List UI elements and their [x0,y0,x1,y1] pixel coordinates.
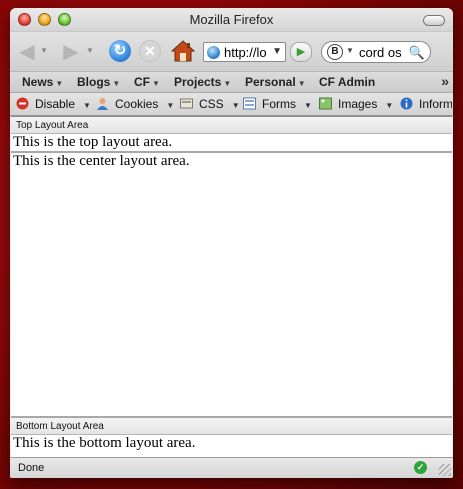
bookmark-label: CF Admin [319,75,376,89]
url-field[interactable]: http://localhost/ ▼ [203,42,286,62]
devbar-label: Images [338,97,378,111]
window-title: Mozilla Firefox [189,12,274,27]
checkmark-icon[interactable]: ✓ [414,461,427,474]
more-bookmarks-chevron-icon[interactable]: » [441,73,449,89]
devbar-forms[interactable]: Forms ▼ [243,97,312,111]
devbar-label: Information [419,97,452,111]
chevron-down-icon: ▼ [152,79,160,88]
chevron-down-icon: ▼ [166,101,175,110]
devbar-cookies[interactable]: Cookies ▼ [96,97,174,111]
chevron-down-icon: ▼ [223,79,232,88]
toolbar-toggle-button[interactable] [423,15,445,26]
bookmark-folder-cf[interactable]: CF ▼ [134,75,160,89]
page-content: Top Layout Area This is the top layout a… [11,116,452,457]
search-engine-dropdown[interactable]: ▼ [346,46,354,55]
bottom-layout-area: Bottom Layout Area This is the bottom la… [11,416,452,452]
reload-icon[interactable]: ↻ [109,40,131,62]
bookmark-label: Personal [245,75,296,89]
cookies-icon [97,98,108,110]
devbar-label: Forms [262,97,296,111]
status-bar: Done ✓ [10,457,453,478]
chevron-down-icon: ▼ [83,101,91,110]
devbar-css[interactable]: CSS ▼ [180,97,240,111]
devbar-images[interactable]: Images ▼ [319,97,393,111]
search-input[interactable]: cord os [359,45,409,60]
bottom-area-text: This is the bottom layout area. [13,435,196,451]
chevron-down-icon: ▼ [297,79,306,88]
bookmark-label: Projects [174,75,222,89]
devbar-information[interactable]: Information [400,97,452,111]
bookmark-label: CF [134,75,150,89]
site-globe-icon [207,46,220,59]
bookmark-label: News [22,75,54,89]
devbar-label: Cookies [115,97,159,111]
top-layout-area: Top Layout Area This is the top layout a… [11,117,452,153]
chevron-down-icon: ▼ [55,79,64,88]
top-area-text: This is the top layout area. [13,134,173,150]
back-history-dropdown[interactable]: ▼ [40,46,48,55]
search-engine-icon[interactable]: B [327,44,343,60]
devbar-label: Disable [35,97,76,111]
chevron-down-icon: ▼ [304,101,312,110]
web-developer-toolbar: Disable ▼ Cookies ▼ CSS ▼ Forms ▼ Images ▼ In… [10,93,453,116]
center-area-text: This is the center layout area. [13,153,190,169]
url-text: http://localhost/ [224,45,266,60]
bottom-area-header: Bottom Layout Area [11,418,452,435]
devbar-disable[interactable]: Disable ▼ [16,97,91,111]
status-text: Done [18,462,45,474]
chevron-down-icon: ▼ [385,101,394,110]
chevron-down-icon: ▼ [112,79,121,88]
chevron-down-icon: ▼ [231,101,240,110]
search-icon[interactable]: 🔍 [409,45,425,61]
title-bar: Mozilla Firefox [10,8,453,32]
bookmark-folder-news[interactable]: News ▼ [22,75,63,89]
forms-icon [243,97,256,110]
devbar-label: CSS [199,97,224,111]
bookmark-folder-blogs[interactable]: Blogs ▼ [77,75,120,89]
css-icon [180,98,193,109]
forward-arrow-icon[interactable]: ▶ [60,42,82,62]
forward-history-dropdown[interactable]: ▼ [86,46,94,55]
home-icon[interactable] [170,39,196,63]
top-area-header: Top Layout Area [11,117,452,134]
center-layout-area: This is the center layout area. [11,153,452,419]
bookmark-folder-projects[interactable]: Projects ▼ [174,75,231,89]
browser-window: Mozilla Firefox ◀ ▼ ▶ ▼ ↻ ✕ http://local… [10,8,453,478]
bookmark-folder-personal[interactable]: Personal ▼ [245,75,306,89]
bookmarks-toolbar: News ▼ Blogs ▼ CF ▼ Projects ▼ Personal ▼ CF … [10,72,453,93]
bookmark-label: Blogs [77,75,111,89]
search-field[interactable]: B ▼ cord os 🔍 [321,41,431,63]
bookmark-cf-admin[interactable]: CF Admin [319,75,375,89]
url-history-dropdown[interactable]: ▼ [272,46,282,57]
information-icon [400,97,413,110]
images-icon [319,97,332,110]
go-icon[interactable]: ▶ [290,42,312,62]
resize-grip[interactable] [439,464,451,476]
navigation-toolbar: ◀ ▼ ▶ ▼ ↻ ✕ http://localhost/ ▼ ▶ B ▼ co… [10,32,453,72]
back-arrow-icon[interactable]: ◀ [16,42,38,62]
disable-icon [16,97,29,110]
stop-icon[interactable]: ✕ [139,40,161,62]
